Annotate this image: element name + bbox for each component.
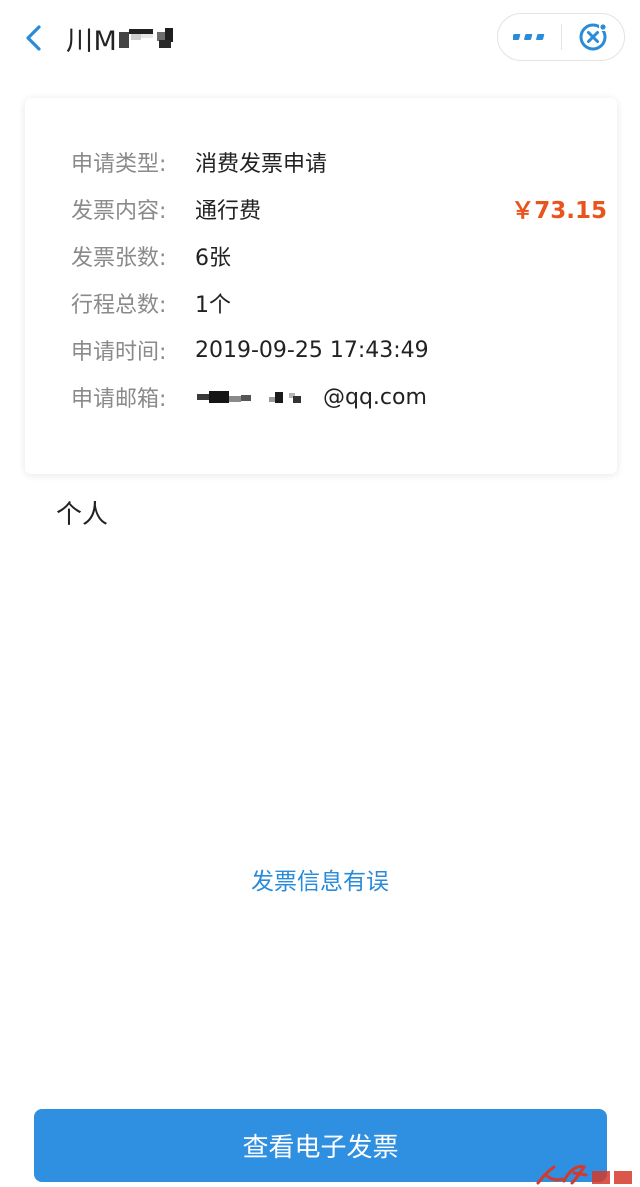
more-dots-icon bbox=[512, 34, 544, 40]
row-value: 2019-09-25 17:43:49 bbox=[195, 337, 429, 363]
invoice-amount: ￥73.15 bbox=[511, 198, 607, 224]
row-value: 6张 bbox=[195, 246, 231, 271]
mini-app-capsule bbox=[497, 13, 625, 61]
email-domain: @qq.com bbox=[323, 384, 427, 410]
row-value: 1个 bbox=[195, 293, 231, 318]
row-value-email: @qq.com bbox=[195, 385, 427, 410]
view-e-invoice-button[interactable]: 查看电子发票 bbox=[34, 1109, 607, 1182]
row-label: 申请时间: bbox=[71, 340, 167, 365]
row-label: 行程总数: bbox=[71, 293, 167, 318]
invoice-error-link[interactable]: 发票信息有误 bbox=[0, 862, 640, 896]
row-trip-count: 行程总数: 1个 bbox=[71, 287, 231, 319]
chevron-left-icon bbox=[26, 25, 41, 51]
row-label: 发票内容: bbox=[71, 199, 167, 224]
row-value: 通行费 bbox=[195, 199, 262, 224]
invoice-detail-page: 川M 申请类型: 消费发票申请 发票内容: 通行费 ￥73.15 发票张数: 6… bbox=[0, 0, 640, 1187]
header-bar: 川M bbox=[0, 0, 640, 78]
close-mini-app-button[interactable] bbox=[562, 14, 624, 60]
row-label: 发票张数: bbox=[71, 246, 167, 271]
invoice-title-type: 个人 bbox=[56, 500, 109, 530]
row-label: 申请邮箱: bbox=[71, 387, 167, 412]
page-title-wrap: 川M bbox=[66, 18, 177, 58]
redacted-email-mask bbox=[195, 387, 321, 407]
back-button[interactable] bbox=[16, 18, 52, 58]
row-apply-time: 申请时间: 2019-09-25 17:43:49 bbox=[71, 334, 429, 366]
row-value: 消费发票申请 bbox=[195, 152, 328, 177]
row-invoice-count: 发票张数: 6张 bbox=[71, 240, 231, 272]
watermark-logo bbox=[528, 1160, 638, 1187]
page-title: 川M bbox=[66, 25, 118, 57]
invoice-info-card: 申请类型: 消费发票申请 发票内容: 通行费 ￥73.15 发票张数: 6张 行… bbox=[25, 98, 617, 474]
row-invoice-content: 发票内容: 通行费 bbox=[71, 193, 261, 225]
row-apply-type: 申请类型: 消费发票申请 bbox=[71, 146, 327, 178]
row-label: 申请类型: bbox=[71, 152, 167, 177]
redacted-plate-mask bbox=[119, 26, 177, 50]
more-button[interactable] bbox=[498, 14, 561, 60]
row-apply-email: 申请邮箱: @qq.com bbox=[71, 381, 427, 413]
close-target-icon bbox=[579, 23, 607, 51]
